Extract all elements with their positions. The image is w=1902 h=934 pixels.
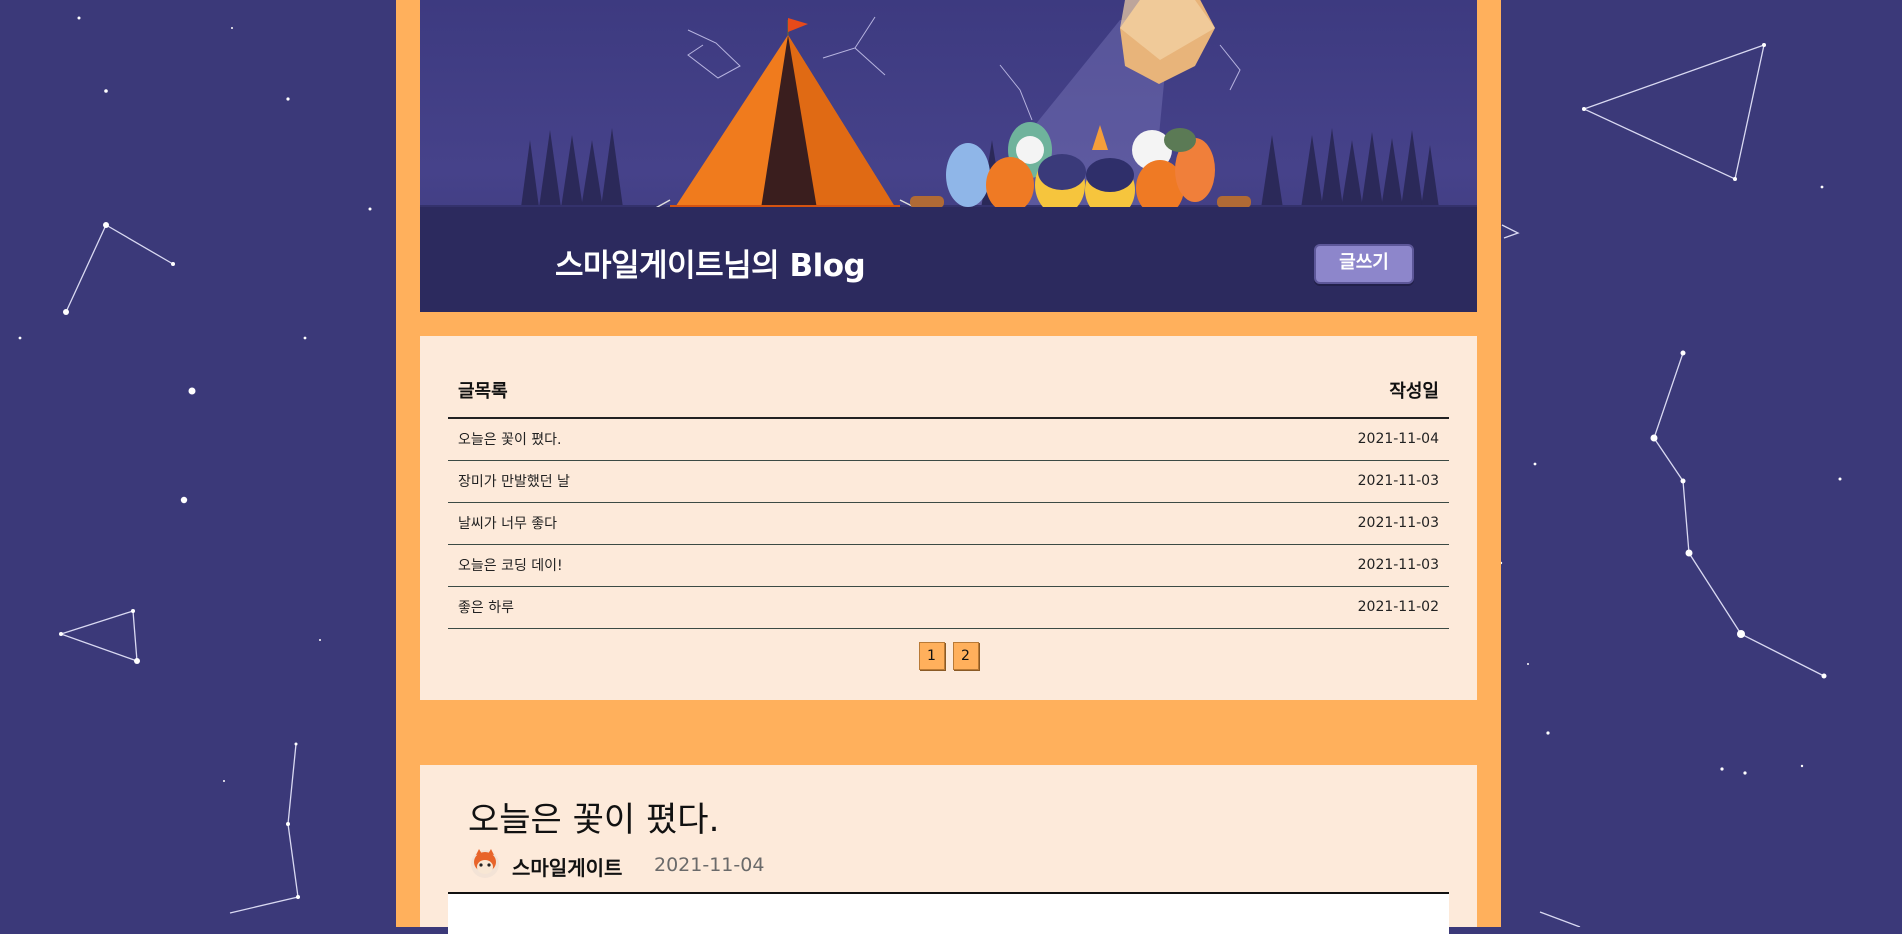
post-row[interactable]: 좋은 하루 2021-11-02: [448, 586, 1449, 628]
post-list-header: 글목록 작성일: [448, 362, 1449, 418]
write-post-button[interactable]: 글쓰기: [1314, 244, 1414, 284]
post-row[interactable]: 오늘은 꽃이 폈다. 2021-11-04: [448, 418, 1449, 460]
post-row-date: 2021-11-02: [1357, 599, 1439, 615]
post-row-date: 2021-11-03: [1357, 557, 1439, 573]
post-list-panel: 글목록 작성일 오늘은 꽃이 폈다. 2021-11-04 장미가 만발했던 날…: [420, 336, 1477, 700]
page-1-button[interactable]: 1: [918, 642, 945, 670]
post-row-title[interactable]: 좋은 하루: [448, 586, 1014, 628]
post-row[interactable]: 장미가 만발했던 날 2021-11-03: [448, 460, 1449, 502]
title-column-header: 글목록: [458, 380, 508, 402]
blog-title: 스마일게이트님의 Blog: [555, 248, 866, 284]
post-detail-panel: 오늘은 꽃이 폈다. 스마일게이트 2021-11-04: [420, 765, 1477, 934]
post-row-title[interactable]: 오늘은 코딩 데이!: [448, 544, 1014, 586]
post-body: [448, 892, 1449, 934]
blog-wrapper: 스마일게이트님의 Blog 글쓰기 글목록 작성일 오늘은 꽃이 폈다. 202…: [396, 0, 1501, 934]
post-title: 오늘은 꽃이 폈다.: [468, 800, 720, 840]
post-row-date: 2021-11-04: [1357, 431, 1439, 448]
post-row-date: 2021-11-03: [1357, 515, 1439, 531]
author-avatar: [471, 849, 499, 878]
header-banner: 스마일게이트님의 Blog 글쓰기: [420, 0, 1477, 312]
post-row-title[interactable]: 오늘은 꽃이 폈다.: [448, 418, 1014, 460]
page-2-button[interactable]: 2: [952, 642, 979, 670]
author-name: 스마일게이트: [512, 856, 623, 880]
pagination: 12: [420, 642, 1477, 670]
post-date: 2021-11-04: [654, 854, 765, 876]
post-row[interactable]: 오늘은 코딩 데이! 2021-11-03: [448, 544, 1449, 586]
date-column-header: 작성일: [1389, 380, 1439, 402]
post-row-date: 2021-11-03: [1357, 473, 1439, 489]
post-list-table: 글목록 작성일 오늘은 꽃이 폈다. 2021-11-04 장미가 만발했던 날…: [448, 362, 1449, 629]
post-row[interactable]: 날씨가 너무 좋다 2021-11-03: [448, 502, 1449, 544]
post-row-title[interactable]: 장미가 만발했던 날: [448, 460, 1014, 502]
post-row-title[interactable]: 날씨가 너무 좋다: [448, 502, 1014, 544]
camping-illustration: [420, 0, 1477, 230]
